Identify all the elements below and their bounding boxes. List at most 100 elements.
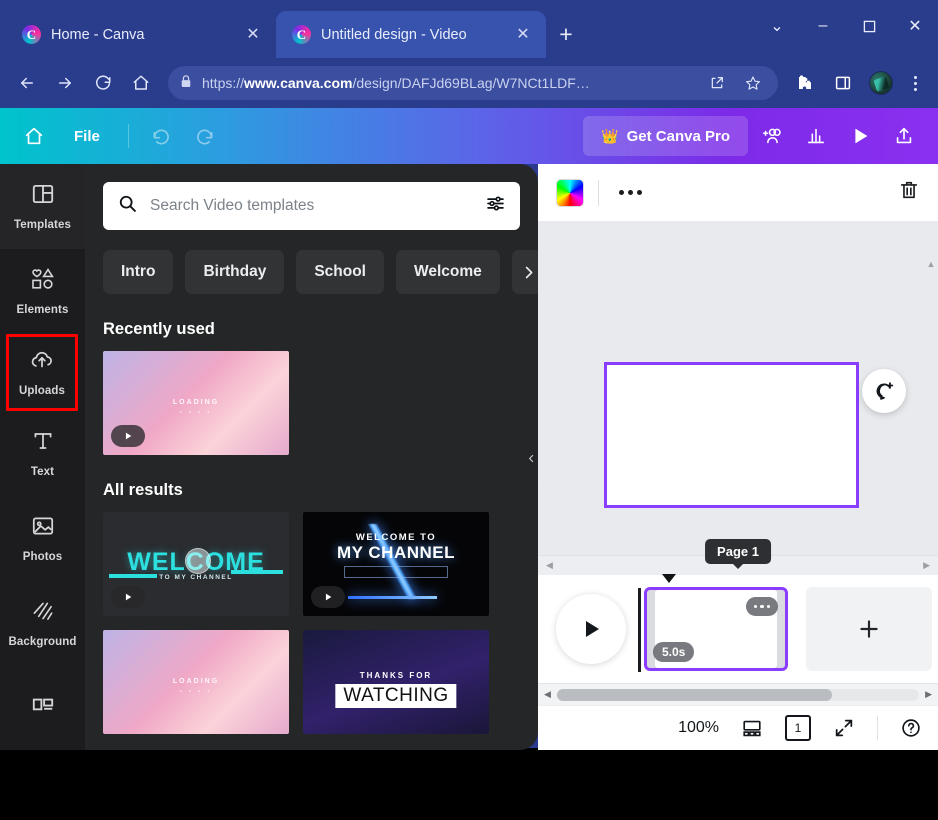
new-tab-button[interactable]: + (546, 14, 586, 54)
sidebar-item-label: Elements (17, 304, 69, 316)
search-bar[interactable] (103, 182, 520, 230)
analytics-icon[interactable] (796, 116, 836, 156)
chips-next-arrow-icon[interactable] (512, 250, 538, 294)
maximize-icon[interactable] (846, 2, 892, 50)
tab-search-chevron-down-icon[interactable]: ⌄ (754, 2, 800, 50)
scroll-right-arrow-icon[interactable]: ▶ (923, 560, 930, 571)
browser-toolbar: https://www.canva.com/design/DAFJd69BLag… (0, 58, 938, 108)
template-card-welcome[interactable]: WELCOME TO MY CHANNEL (103, 512, 289, 616)
chip-intro[interactable]: Intro (103, 250, 173, 294)
sidebar-item-background[interactable]: Background (0, 580, 85, 665)
chip-birthday[interactable]: Birthday (185, 250, 284, 294)
browser-window: C Home - Canva ✕ C Untitled design - Vid… (0, 0, 938, 748)
search-filters-icon[interactable] (485, 193, 506, 219)
all-results-title: All results (103, 481, 520, 500)
delete-trash-icon[interactable] (898, 179, 920, 206)
address-bar[interactable]: https://www.canva.com/design/DAFJd69BLag… (168, 66, 778, 100)
page-options-icon[interactable] (746, 597, 778, 616)
add-page-button[interactable] (806, 587, 932, 671)
timeline-horizontal-scrollbar[interactable]: ◀ ▶ (538, 683, 938, 705)
share-export-icon[interactable] (884, 116, 924, 156)
template-card-loading[interactable]: LOADING • • • • (103, 630, 289, 734)
template-card-thanks[interactable]: THANKS FOR WATCHING (303, 630, 489, 734)
chip-school[interactable]: School (296, 250, 384, 294)
search-input[interactable] (150, 197, 473, 215)
add-collaborators-icon[interactable] (752, 116, 792, 156)
canvas-vertical-scrollbar[interactable]: ▲ (926, 259, 936, 399)
canva-top-toolbar: File 👑 Get Canva Pro (0, 108, 938, 164)
file-menu-button[interactable]: File (58, 116, 116, 156)
scroll-left-arrow-icon[interactable]: ◀ (546, 560, 553, 571)
scrollbar-thumb[interactable] (557, 689, 832, 701)
collapse-panel-chevron-left-icon[interactable] (523, 429, 538, 487)
tab-title: Untitled design - Video (321, 27, 502, 43)
profile-avatar[interactable] (864, 66, 898, 100)
template-card-recent[interactable]: LOADING • • • • (103, 351, 289, 455)
sidebar-item-text[interactable]: Text (0, 411, 85, 496)
share-page-icon[interactable] (704, 75, 730, 91)
template-card-line2: WATCHING (335, 684, 456, 708)
extensions-puzzle-icon[interactable] (788, 66, 822, 100)
side-panel-icon[interactable] (826, 66, 860, 100)
redo-icon[interactable] (185, 116, 225, 156)
template-card-line2: TO MY CHANNEL (103, 574, 289, 581)
timeline-play-button[interactable] (556, 594, 626, 664)
scroll-right-arrow-icon[interactable]: ▶ (925, 689, 932, 700)
forward-icon[interactable] (48, 66, 82, 100)
template-card-line2: • • • • (103, 411, 289, 417)
artboard-page-1[interactable] (604, 362, 859, 508)
scroll-up-arrow-icon[interactable]: ▲ (926, 259, 936, 269)
canvas-viewport[interactable]: ▲ (538, 221, 938, 555)
zoom-level[interactable]: 100% (678, 719, 719, 737)
fullscreen-expand-icon[interactable] (833, 717, 855, 739)
timeline-page-1[interactable]: 5.0s (644, 587, 788, 671)
canva-home-icon[interactable] (14, 116, 54, 156)
sidebar-item-templates[interactable]: Templates (0, 164, 85, 249)
url-scheme: https:// (202, 75, 244, 91)
help-icon[interactable] (900, 717, 922, 739)
sidebar-item-label: Text (31, 466, 54, 478)
reload-icon[interactable] (86, 66, 120, 100)
chip-welcome[interactable]: Welcome (396, 250, 500, 294)
recently-used-title: Recently used (103, 320, 520, 339)
template-card-my-channel[interactable]: WELCOME TO MY CHANNEL (303, 512, 489, 616)
sidebar-item-photos[interactable]: Photos (0, 496, 85, 581)
color-picker-swatch[interactable] (556, 179, 584, 207)
bookmark-star-icon[interactable] (740, 75, 766, 91)
page-count-value: 1 (785, 715, 811, 741)
browser-tab-untitled-design[interactable]: C Untitled design - Video ✕ (276, 11, 546, 58)
undo-icon[interactable] (141, 116, 181, 156)
timeline-top-scroll[interactable]: ◀ Page 1 ▶ (538, 555, 938, 575)
back-icon[interactable] (10, 66, 44, 100)
scrollbar-track[interactable] (557, 689, 919, 701)
toolbar-divider (598, 180, 599, 206)
tab-close-icon[interactable]: ✕ (512, 27, 534, 43)
template-card-line2: • • • • (103, 690, 289, 696)
add-comment-icon[interactable] (862, 369, 906, 413)
toolbar-divider (128, 124, 129, 148)
sidebar-item-elements[interactable]: Elements (0, 249, 85, 334)
more-options-icon[interactable] (613, 184, 648, 201)
page-count-indicator[interactable]: 1 (785, 715, 811, 741)
sidebar-item-label: Templates (14, 219, 71, 231)
get-canva-pro-label: Get Canva Pro (627, 128, 730, 145)
browser-menu-icon[interactable] (902, 76, 928, 91)
close-icon[interactable]: ✕ (892, 2, 938, 50)
browser-tab-home[interactable]: C Home - Canva ✕ (6, 11, 276, 58)
play-icon[interactable] (111, 425, 145, 447)
tab-close-icon[interactable]: ✕ (242, 27, 264, 43)
play-icon[interactable] (311, 586, 345, 608)
grid-view-icon[interactable] (741, 717, 763, 739)
home-icon[interactable] (124, 66, 158, 100)
minimize-icon[interactable]: – (800, 2, 846, 50)
page-duration-badge: 5.0s (653, 642, 694, 662)
play-icon[interactable] (111, 586, 145, 608)
sidebar-item-uploads[interactable]: Uploads (6, 334, 78, 411)
template-card-line1: LOADING (103, 399, 289, 407)
present-play-icon[interactable] (840, 116, 880, 156)
get-canva-pro-button[interactable]: 👑 Get Canva Pro (583, 116, 748, 156)
search-icon (117, 193, 138, 219)
template-card-line1: LOADING (103, 678, 289, 686)
sidebar-item-more-apps[interactable] (0, 665, 85, 750)
scroll-left-arrow-icon[interactable]: ◀ (544, 689, 551, 700)
